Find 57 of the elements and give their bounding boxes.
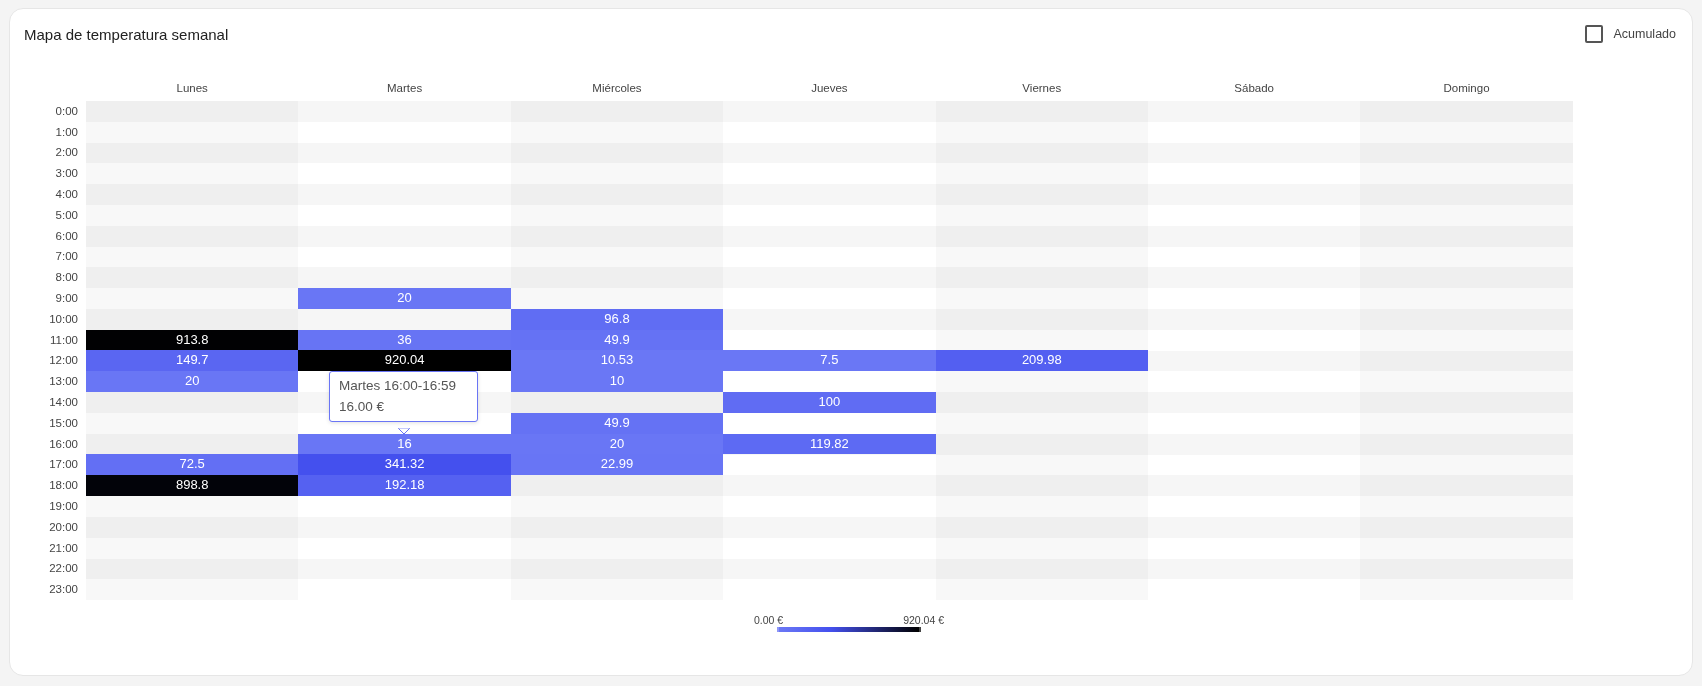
heatmap-cell: 36 [298,329,511,351]
tooltip-title: Martes 16:00-16:59 [339,378,458,394]
hour-label: 4:00 [54,187,79,202]
legend-min-label: 0.00 € [754,613,784,626]
hour-label: 18:00 [48,478,79,494]
hour-label: 6:00 [54,228,79,244]
hour-label: 12:00 [48,353,79,369]
heatmap-cell: 149.7 [86,350,299,372]
checkbox[interactable] [1585,25,1604,43]
hour-label: 0:00 [54,103,79,119]
hour-label: 22:00 [48,561,79,577]
heatmap-cell: 72.5 [86,454,299,476]
day-header: Sábado [1233,81,1275,96]
hour-label: 21:00 [48,540,79,556]
day-header: Miércoles [591,81,643,96]
heatmap-cell: 100 [723,391,936,413]
day-header: Viernes [1021,81,1063,96]
hour-label: 23:00 [48,582,79,598]
heatmap-cell: 913.8 [86,329,299,351]
hour-label: 1:00 [54,124,79,140]
hour-label: 14:00 [48,394,79,410]
tooltip-value: 16.00 € [339,399,386,415]
heatmap-cell: 16 [298,433,511,455]
day-header: Jueves [810,81,849,96]
legend-max-label: 920.04 € [903,613,944,626]
hour-label: 15:00 [48,415,79,431]
heatmap-cell: 10 [510,371,724,392]
day-header: Domingo [1442,81,1491,96]
hour-label: 16:00 [48,436,79,452]
heatmap-cell: 10.53 [510,350,724,372]
heatmap-cell: 20 [298,287,511,309]
heatmap-cell: 209.98 [935,350,1148,372]
hour-label: 20:00 [48,519,79,535]
heatmap-cell: 341.32 [298,454,511,476]
heatmap-cell: 192.18 [298,475,511,496]
day-header: Lunes [175,81,209,96]
tooltip-pointer [398,428,410,435]
hour-label: 5:00 [54,207,79,223]
hour-label: 13:00 [48,374,79,390]
hour-label: 3:00 [54,166,79,182]
hour-label: 17:00 [48,457,79,473]
heatmap-cell: 119.82 [723,433,936,455]
chart-title: Mapa de temperatura semanal [23,25,229,43]
day-header: Martes [386,81,424,96]
hour-label: 19:00 [48,498,79,514]
checkbox-label: Acumulado [1613,27,1676,41]
heatmap-cell: 22.99 [510,454,724,476]
hour-label: 2:00 [54,145,79,161]
hour-label: 9:00 [54,290,79,306]
hour-label: 7:00 [54,249,79,265]
hour-label: 11:00 [49,332,79,348]
heatmap-cell: 898.8 [86,475,299,496]
hour-label: 10:00 [48,311,79,327]
hour-label: 8:00 [54,270,79,286]
heatmap-cell: 920.04 [298,350,511,372]
heatmap-cell: 7.5 [723,350,936,372]
heatmap-cell: 20 [86,371,299,392]
